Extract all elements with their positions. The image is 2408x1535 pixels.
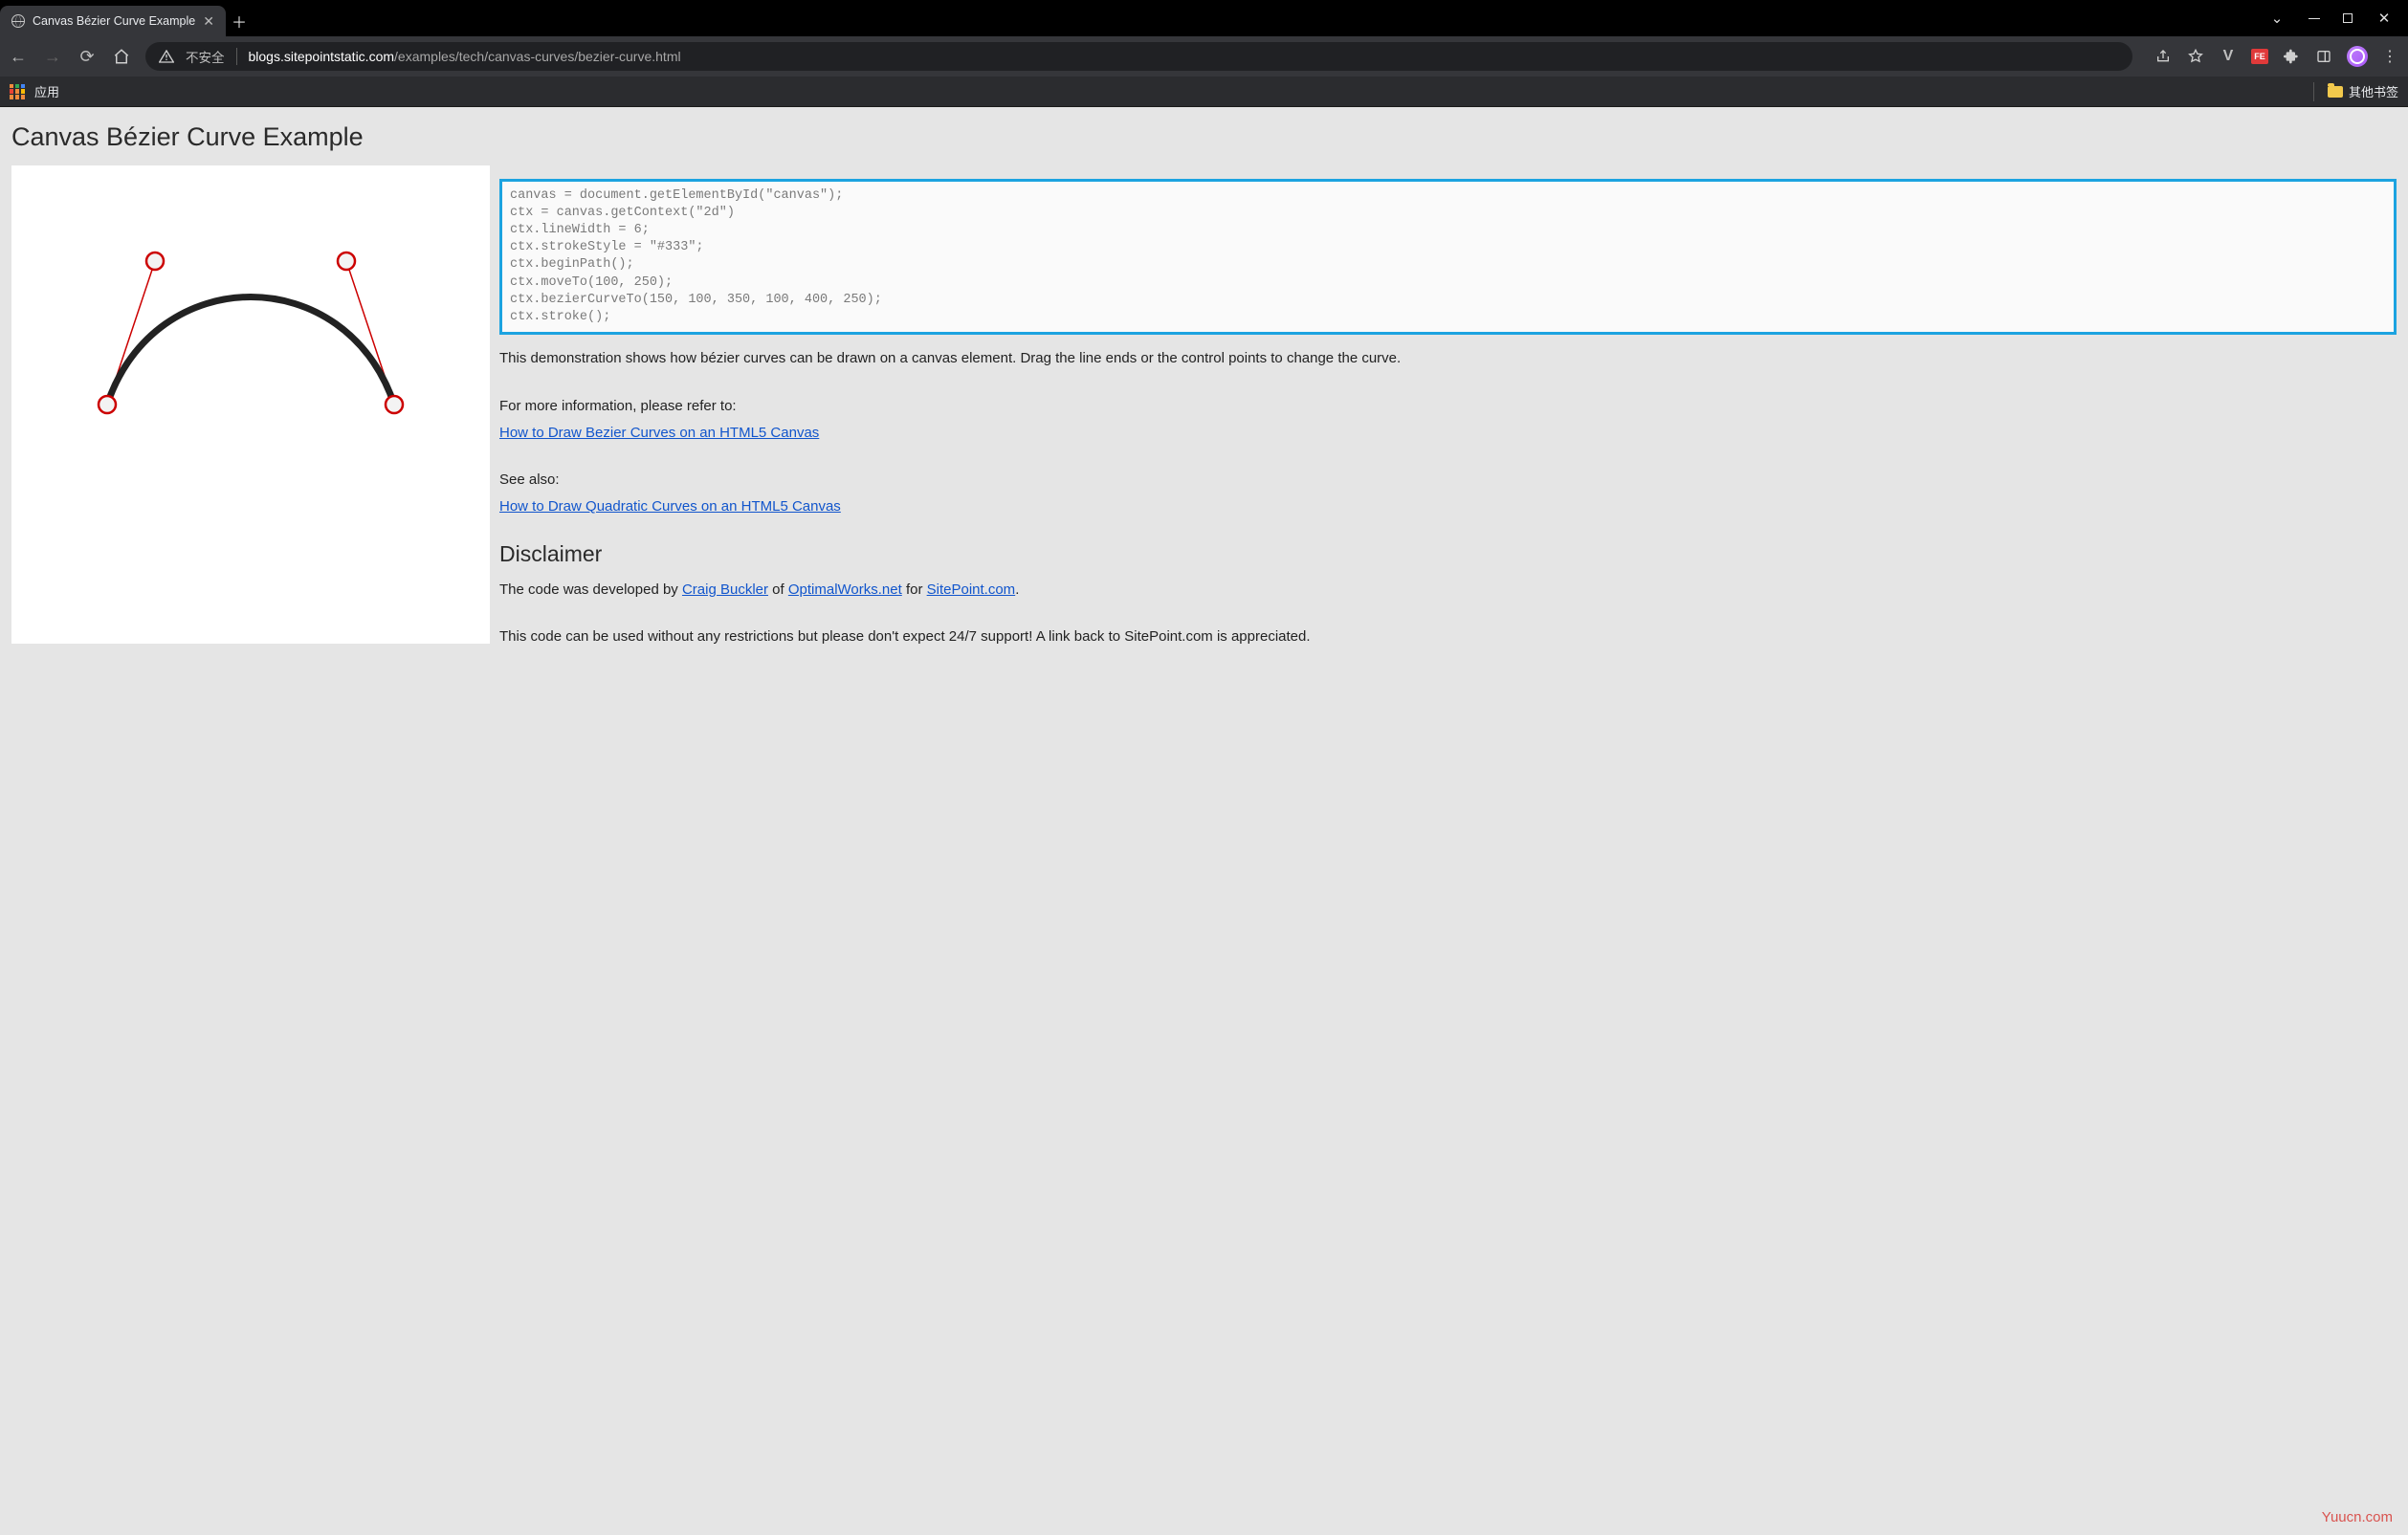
sidepanel-icon[interactable] — [2314, 47, 2333, 66]
url-path: /examples/tech/canvas-curves/bezier-curv… — [394, 49, 681, 64]
dev-prefix: The code was developed by — [499, 581, 682, 598]
extensions-icon[interactable] — [2282, 47, 2301, 66]
v-icon[interactable]: V — [2219, 47, 2238, 66]
page-title: Canvas Bézier Curve Example — [11, 122, 2397, 152]
url-host: blogs.sitepointstatic.com — [249, 49, 395, 64]
toolbar-right: V FE ⋮ — [2154, 46, 2400, 67]
back-button[interactable]: ← — [8, 46, 29, 67]
window-close-icon[interactable]: ✕ — [2375, 10, 2393, 27]
code-output: canvas = document.getElementById("canvas… — [499, 179, 2397, 336]
control-point-1[interactable] — [338, 252, 355, 270]
folder-icon — [2328, 86, 2343, 98]
bezier-curve-path — [107, 297, 394, 406]
profile-avatar[interactable] — [2347, 46, 2368, 67]
security-label: 不安全 — [186, 47, 225, 66]
link-author[interactable]: Craig Buckler — [682, 581, 768, 598]
titlebar: Canvas Bézier Curve Example ✕ ＋ ⌄ ✕ — [0, 0, 2408, 36]
insecure-icon — [159, 50, 174, 63]
link-quadratic-article[interactable]: How to Draw Quadratic Curves on an HTML5… — [499, 498, 841, 515]
window-controls: ⌄ ✕ — [2253, 0, 2408, 36]
other-bookmarks[interactable]: 其他书签 — [2306, 82, 2398, 101]
tab-list-icon[interactable]: ⌄ — [2268, 10, 2286, 27]
fe-extension-icon[interactable]: FE — [2251, 49, 2268, 64]
toolbar: ← → ⟳ 不安全 blogs.sitepointstatic.com/exam… — [0, 36, 2408, 77]
url: blogs.sitepointstatic.com/examples/tech/… — [249, 49, 681, 64]
page-viewport[interactable]: Canvas Bézier Curve Example canvas = doc… — [0, 107, 2408, 1535]
dev-for: for — [902, 581, 927, 598]
browser-tab[interactable]: Canvas Bézier Curve Example ✕ — [0, 6, 226, 36]
other-bookmarks-label: 其他书签 — [2349, 82, 2398, 100]
kebab-menu-icon[interactable]: ⋮ — [2381, 47, 2400, 66]
watermark: Yuucn.com — [2322, 1509, 2393, 1525]
link-bezier-article[interactable]: How to Draw Bezier Curves on an HTML5 Ca… — [499, 425, 819, 441]
bezier-canvas[interactable] — [11, 165, 490, 644]
new-tab-button[interactable]: ＋ — [226, 6, 253, 36]
apps-label[interactable]: 应用 — [34, 82, 59, 100]
intro-paragraph: This demonstration shows how bézier curv… — [499, 348, 2397, 369]
share-icon[interactable] — [2154, 47, 2173, 66]
apps-icon[interactable] — [10, 84, 25, 99]
bookmarks-bar: 应用 其他书签 — [0, 77, 2408, 107]
endpoint-0[interactable] — [99, 396, 116, 413]
window-maximize-icon[interactable] — [2343, 13, 2353, 23]
separator — [236, 48, 237, 65]
more-info-label: For more information, please refer to: — [499, 396, 2397, 417]
link-sitepoint[interactable]: SitePoint.com — [927, 581, 1016, 598]
dev-credit: The code was developed by Craig Buckler … — [499, 580, 2397, 601]
dev-period: . — [1015, 581, 1019, 598]
see-also-label: See also: — [499, 470, 2397, 491]
link-author-org[interactable]: OptimalWorks.net — [788, 581, 902, 598]
close-tab-icon[interactable]: ✕ — [203, 13, 214, 30]
address-bar[interactable]: 不安全 blogs.sitepointstatic.com/examples/t… — [145, 42, 2132, 71]
browser-window: Canvas Bézier Curve Example ✕ ＋ ⌄ ✕ ← → … — [0, 0, 2408, 1535]
reload-button[interactable]: ⟳ — [77, 46, 98, 67]
globe-icon — [11, 14, 25, 28]
disclaimer-heading: Disclaimer — [499, 538, 2397, 570]
tab-title: Canvas Bézier Curve Example — [33, 14, 195, 28]
window-minimize-icon[interactable] — [2309, 18, 2320, 19]
star-icon[interactable] — [2186, 47, 2205, 66]
dev-of: of — [768, 581, 788, 598]
usage-paragraph: This code can be used without any restri… — [499, 626, 2397, 647]
separator — [2313, 82, 2314, 101]
forward-button[interactable]: → — [42, 46, 63, 67]
control-point-0[interactable] — [146, 252, 164, 270]
home-button[interactable] — [111, 46, 132, 67]
endpoint-1[interactable] — [386, 396, 403, 413]
